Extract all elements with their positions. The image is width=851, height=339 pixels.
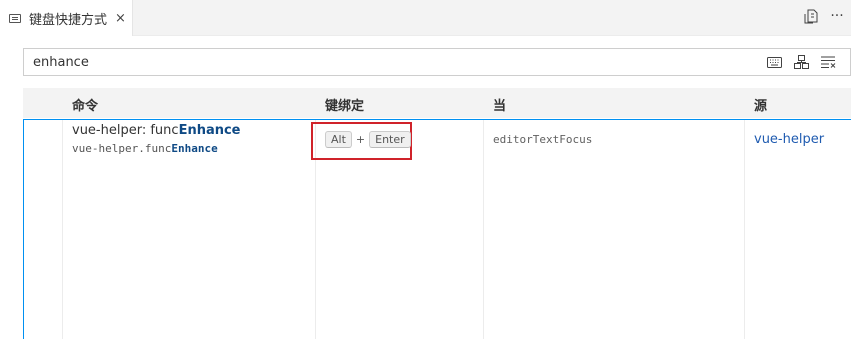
editor-actions: ··· xyxy=(803,8,845,24)
key-plus: + xyxy=(355,133,366,146)
when-clause: editorTextFocus xyxy=(493,133,593,146)
close-icon[interactable]: × xyxy=(115,12,126,25)
more-actions-icon[interactable]: ··· xyxy=(829,8,845,24)
key-enter: Enter xyxy=(369,131,411,148)
column-divider xyxy=(483,120,484,339)
column-source[interactable]: 源 xyxy=(754,95,767,114)
sort-by-precedence-icon[interactable] xyxy=(794,55,809,69)
command-title: vue-helper: funcEnhance xyxy=(72,123,241,138)
column-when[interactable]: 当 xyxy=(493,95,506,114)
search-box xyxy=(23,48,851,76)
keyboard-icon xyxy=(9,13,21,23)
clear-search-icon[interactable] xyxy=(821,55,836,69)
table-header: 命令 键绑定 当 源 xyxy=(23,88,851,118)
record-keys-icon[interactable] xyxy=(767,55,782,69)
column-divider xyxy=(744,120,745,339)
source-link[interactable]: vue-helper xyxy=(754,132,824,147)
command-id: vue-helper.funcEnhance xyxy=(72,142,218,155)
open-json-icon[interactable] xyxy=(803,8,819,24)
tab-keyboard-shortcuts[interactable]: 键盘快捷方式 × xyxy=(0,0,133,36)
keybinding[interactable]: Alt + Enter xyxy=(325,131,411,148)
search-input[interactable] xyxy=(24,49,733,75)
column-command[interactable]: 命令 xyxy=(72,95,98,114)
column-divider xyxy=(62,120,63,339)
column-keybinding[interactable]: 键绑定 xyxy=(325,95,364,114)
tab-bar: 键盘快捷方式 × ··· xyxy=(0,0,851,36)
key-alt: Alt xyxy=(325,131,352,148)
search-tools xyxy=(767,55,836,69)
tab-title: 键盘快捷方式 xyxy=(29,12,108,28)
